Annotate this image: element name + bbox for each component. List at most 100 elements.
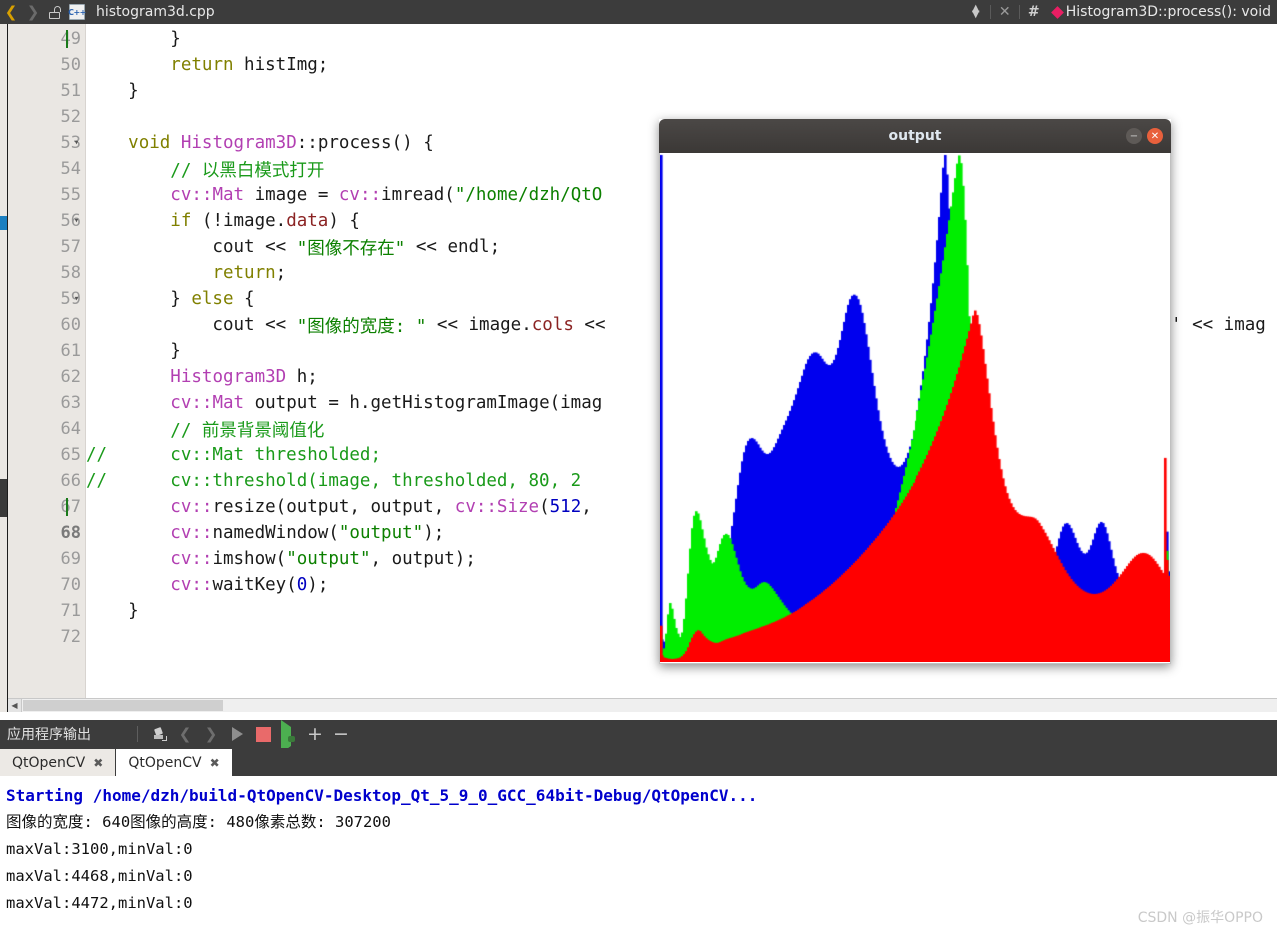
line-number-gutter[interactable]: 49 50 51 52 53 ▾ 54 55 56 ▾ 57 58 59 ▾ 60 61 62 63 64 65 66 6…: [8, 24, 85, 712]
code-line[interactable]: cv::Mat image = cv:: imread("/home/dzh/Qt…: [86, 182, 602, 208]
line-number[interactable]: 60: [8, 312, 85, 338]
line-number[interactable]: 58: [8, 260, 85, 286]
code-token: cv::Mat: [170, 185, 245, 205]
current-symbol-label[interactable]: Histogram3D::process(): void: [1066, 4, 1277, 20]
code-line[interactable]: }: [86, 26, 181, 52]
code-token: // cv::threshold(image, thresholded, 80,…: [86, 471, 582, 491]
close-tab-icon[interactable]: ✖: [93, 756, 103, 770]
zoom-in-button[interactable]: +: [302, 720, 328, 748]
code-token: Histogram3D: [180, 133, 297, 153]
zoom-out-button[interactable]: −: [328, 720, 354, 748]
code-line[interactable]: cv:: resize(output, output, cv::Size(512,: [86, 494, 592, 520]
open-file-name[interactable]: histogram3d.cpp: [96, 4, 215, 20]
line-number[interactable]: 66: [8, 468, 85, 494]
code-line[interactable]: cout << "图像不存在" << endl;: [86, 234, 500, 260]
line-number[interactable]: 54: [8, 156, 85, 182]
line-number[interactable]: 53 ▾: [8, 130, 85, 156]
close-document-button[interactable]: ✕: [994, 0, 1016, 24]
line-number[interactable]: 63: [8, 390, 85, 416]
next-item-button[interactable]: ❯: [198, 720, 224, 748]
file-selector-button[interactable]: ▲ ▼: [965, 0, 987, 24]
line-number[interactable]: 61: [8, 338, 85, 364]
attach-debugger-button[interactable]: [276, 719, 302, 753]
fold-toggle-icon[interactable]: ▾: [70, 216, 83, 226]
close-tab-icon[interactable]: ✖: [210, 756, 220, 770]
code-token: if: [170, 211, 192, 231]
line-number[interactable]: 56 ▾: [8, 208, 85, 234]
previous-item-button[interactable]: ❮: [172, 720, 198, 748]
code-line[interactable]: // cv::Mat thresholded;: [86, 442, 381, 468]
line-number[interactable]: 72: [8, 624, 85, 650]
navigate-back-button[interactable]: ❮: [0, 0, 22, 24]
code-line[interactable]: Histogram3D h;: [86, 364, 318, 390]
code-token: <<: [573, 315, 606, 335]
line-number[interactable]: 52: [8, 104, 85, 130]
code-line[interactable]: cout << "图像的宽度: " << image. cols <<: [86, 312, 606, 338]
code-line[interactable]: }: [86, 598, 139, 624]
code-line[interactable]: }: [86, 338, 181, 364]
fold-toggle-icon[interactable]: ▾: [70, 138, 83, 148]
line-number-label: 68: [60, 523, 81, 543]
line-number[interactable]: 71: [8, 598, 85, 624]
code-line[interactable]: void Histogram3D::process() {: [86, 130, 434, 156]
output-tab[interactable]: QtOpenCV ✖: [116, 749, 232, 776]
editor-horizontal-scrollbar[interactable]: ◀: [8, 698, 1277, 712]
line-number[interactable]: 70: [8, 572, 85, 598]
line-number[interactable]: 65: [8, 442, 85, 468]
code-line[interactable]: cv::Mat output = h.getHistogramImage(ima…: [86, 390, 602, 416]
line-number-label: 58: [60, 263, 81, 283]
line-number[interactable]: 57: [8, 234, 85, 260]
code-token: << endl;: [405, 237, 501, 257]
code-line[interactable]: // 以黑白模式打开: [86, 156, 324, 182]
output-line: maxVal:3100,minVal:0: [6, 840, 193, 858]
line-number[interactable]: 51: [8, 78, 85, 104]
code-line[interactable]: return;: [86, 260, 286, 286]
code-line-fragment[interactable]: ' << imag: [1171, 312, 1266, 338]
line-number[interactable]: 67: [8, 494, 85, 520]
close-icon[interactable]: ✕: [1147, 128, 1163, 144]
output-tab[interactable]: QtOpenCV ✖: [0, 749, 116, 776]
line-number[interactable]: 68: [8, 520, 85, 546]
line-number[interactable]: 55: [8, 182, 85, 208]
code-line[interactable]: cv:: namedWindow("output");: [86, 520, 444, 546]
stop-button[interactable]: [250, 720, 276, 748]
code-token: {: [233, 289, 255, 309]
code-line[interactable]: if (!image. data) {: [86, 208, 360, 234]
code-line[interactable]: cv:: imshow("output", output);: [86, 546, 476, 572]
code-line[interactable]: cv:: waitKey(0);: [86, 572, 328, 598]
code-line[interactable]: }: [86, 78, 139, 104]
line-number[interactable]: 50: [8, 52, 85, 78]
line-number[interactable]: 59 ▾: [8, 286, 85, 312]
line-number[interactable]: 69: [8, 546, 85, 572]
code-token: else: [191, 289, 234, 309]
clear-pane-icon: [152, 726, 167, 742]
code-token: ,: [581, 497, 592, 517]
code-token: output = h.getHistogramImage(imag: [244, 393, 603, 413]
opencv-output-window[interactable]: output − ✕: [659, 119, 1171, 664]
scroll-left-icon[interactable]: ◀: [8, 699, 22, 712]
application-output-text[interactable]: Starting /home/dzh/build-QtOpenCV-Deskto…: [0, 776, 1277, 937]
line-number[interactable]: 49: [8, 26, 85, 52]
code-line[interactable]: return histImg;: [86, 52, 328, 78]
line-number[interactable]: 64: [8, 416, 85, 442]
symbol-filter-button[interactable]: #: [1023, 0, 1045, 24]
editor-marker-strip[interactable]: [0, 24, 7, 712]
run-button[interactable]: [224, 720, 250, 748]
scrollbar-thumb[interactable]: [23, 700, 223, 711]
navigate-forward-button[interactable]: ❯: [22, 0, 44, 24]
line-number[interactable]: 62: [8, 364, 85, 390]
code-token: cv::: [170, 575, 213, 595]
code-token: // cv::Mat thresholded;: [86, 445, 382, 465]
text-caret: [66, 498, 68, 516]
output-window-titlebar[interactable]: output − ✕: [659, 119, 1171, 153]
code-line[interactable]: // 前景背景阈值化: [86, 416, 324, 442]
clear-pane-button[interactable]: [146, 720, 172, 748]
minimize-icon[interactable]: −: [1126, 128, 1142, 144]
file-lock-toggle[interactable]: [44, 0, 66, 24]
code-line[interactable]: } else {: [86, 286, 255, 312]
fold-toggle-icon[interactable]: ▾: [70, 294, 83, 304]
code-line[interactable]: // cv::threshold(image, thresholded, 80,…: [86, 468, 581, 494]
